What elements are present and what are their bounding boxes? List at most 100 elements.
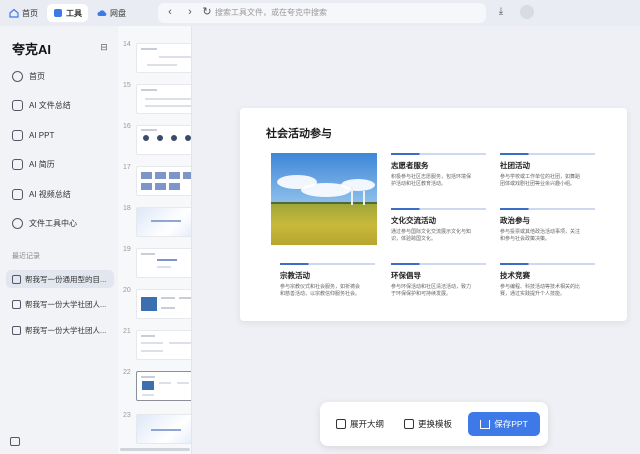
slide-title: 社会活动参与 xyxy=(266,128,332,140)
collapse-sidebar-icon[interactable]: ⊟ xyxy=(98,41,110,53)
thumbnail-row[interactable]: 16 xyxy=(118,123,191,159)
sidebar: 夸克AI ⊟ 首页 AI 文件总结 AI PPT AI 简历 AI 视频总结 文… xyxy=(0,26,118,454)
thumbnail-number: 18 xyxy=(123,205,131,212)
slide-item-desc: 参与学校或工作单位的社团，如舞蹈团体或戏剧社团等业余兴趣小组。 xyxy=(500,173,581,187)
chat-icon xyxy=(12,299,21,309)
sidebar-item-label: AI 简历 xyxy=(29,159,55,169)
expand-outline-button[interactable]: 展开大纲 xyxy=(336,415,384,433)
tab-home-label: 首页 xyxy=(22,8,38,18)
slide-item-title: 宗教活动 xyxy=(280,270,310,280)
recent-item-label: 帮我写一份大学社团人... xyxy=(25,299,107,309)
slide-thumbnail-active[interactable] xyxy=(136,371,191,401)
back-button[interactable]: ‹ xyxy=(163,5,177,19)
resume-icon xyxy=(12,158,23,170)
sidebar-item-label: AI PPT xyxy=(29,130,55,140)
slide-thumbnail[interactable] xyxy=(136,414,191,444)
sidebar-item-ppt[interactable]: AI PPT xyxy=(12,128,54,142)
thumbnail-row[interactable]: 19 xyxy=(118,246,191,282)
sidebar-item-video-summary[interactable]: AI 视频总结 xyxy=(12,187,71,201)
slide-item-title: 技术竞赛 xyxy=(500,270,530,280)
slide-item: 技术竞赛 参与编程、科技活动等技术相关的比赛，通过实践提升个人技能。 xyxy=(500,263,600,298)
ppt-icon xyxy=(12,129,23,141)
tab-cloud[interactable]: 网盘 xyxy=(91,4,132,22)
slide-item-desc: 通过参与国际文化交流展示文化与知识，体验跨国文化。 xyxy=(391,228,472,242)
thumbnail-number: 22 xyxy=(123,369,131,376)
recent-item-label: 帮我写一份大学社团人... xyxy=(25,325,107,335)
slide-item-desc: 参与投票或其他政治活动事项，关注和参与社会政策决策。 xyxy=(500,228,581,242)
download-icon[interactable]: ⤓ xyxy=(494,5,508,19)
thumbnail-number: 23 xyxy=(123,412,131,419)
thumbnail-row[interactable]: 21 xyxy=(118,328,191,364)
slide-thumbnail[interactable] xyxy=(136,125,191,155)
slide-item: 文化交流活动 通过参与国际文化交流展示文化与知识，体验跨国文化。 xyxy=(391,208,491,243)
app-logo: 夸克AI xyxy=(12,42,52,57)
slide-item-title: 环保倡导 xyxy=(391,270,421,280)
thumbnail-number: 17 xyxy=(123,164,131,171)
change-template-button[interactable]: 更换模板 xyxy=(404,415,452,433)
template-icon xyxy=(404,419,414,429)
thumbnail-number: 21 xyxy=(123,328,131,335)
change-template-label: 更换模板 xyxy=(418,419,453,429)
search-input[interactable]: 搜索工具文件，或在夸克中搜索 xyxy=(215,4,480,22)
slide-thumbnail[interactable] xyxy=(136,248,191,278)
slide-item: 宗教活动 参与宗教仪式和社会服务，如祈祷会和慈善活动，以宗教信仰服务社会。 xyxy=(280,263,380,298)
recent-item-label: 帮我写一份通用型的目... xyxy=(25,274,107,284)
recent-item[interactable]: 帮我写一份大学社团人... xyxy=(6,321,114,339)
slide-item-title: 社团活动 xyxy=(500,160,530,170)
recent-item[interactable]: 帮我写一份通用型的目... xyxy=(6,270,114,288)
sidebar-item-file-summary[interactable]: AI 文件总结 xyxy=(12,98,71,112)
tools-icon xyxy=(53,8,63,18)
thumbnail-number: 14 xyxy=(123,41,131,48)
thumbnail-number: 20 xyxy=(123,287,131,294)
thumbnail-row[interactable]: 17 xyxy=(118,164,191,200)
slide-item-desc: 参与编程、科技活动等技术相关的比赛，通过实践提升个人技能。 xyxy=(500,283,581,297)
thumbnail-row[interactable]: 15 xyxy=(118,82,191,118)
slide-thumbnail[interactable] xyxy=(136,330,191,360)
avatar[interactable] xyxy=(520,5,534,19)
slide-item-desc: 积极参与社区志愿服务，包括环境保护活动和社区教育活动。 xyxy=(391,173,472,187)
tab-tools[interactable]: 工具 xyxy=(47,4,88,22)
slide-item-title: 政治参与 xyxy=(500,215,530,225)
bottom-toolbar: 展开大纲 更换模板 保存PPT xyxy=(320,402,548,446)
slide-item: 政治参与 参与投票或其他政治活动事项，关注和参与社会政策决策。 xyxy=(500,208,600,243)
thumbnail-number: 19 xyxy=(123,246,131,253)
forward-button[interactable]: › xyxy=(183,5,197,19)
sidebar-toggle-icon[interactable] xyxy=(10,437,20,446)
thumbnail-row[interactable]: 20 xyxy=(118,287,191,323)
chat-icon xyxy=(12,325,21,335)
thumbnail-row[interactable]: 23 xyxy=(118,412,191,448)
tab-cloud-label: 网盘 xyxy=(110,8,126,18)
slide-item: 社团活动 参与学校或工作单位的社团，如舞蹈团体或戏剧社团等业余兴趣小组。 xyxy=(500,153,600,188)
file-tools-icon xyxy=(12,217,23,229)
slide-item: 志愿者服务 积极参与社区志愿服务，包括环境保护活动和社区教育活动。 xyxy=(391,153,491,188)
save-ppt-label: 保存PPT xyxy=(494,419,528,429)
slide-thumbnail[interactable] xyxy=(136,166,191,196)
slide-item-title: 志愿者服务 xyxy=(391,160,429,170)
sidebar-item-label: AI 视频总结 xyxy=(29,189,71,199)
slide-thumbnail[interactable] xyxy=(136,43,191,73)
recent-item[interactable]: 帮我写一份大学社团人... xyxy=(6,295,114,313)
slide-thumbnail[interactable] xyxy=(136,289,191,319)
refresh-button[interactable]: ↻ xyxy=(200,5,214,19)
thumbnail-scrollbar[interactable] xyxy=(120,448,190,451)
slide-preview[interactable]: 社会活动参与 志愿者服务 积极参与社区志愿服务，包括环境保护活动和社区教育活动。… xyxy=(240,108,627,321)
thumbnail-row[interactable]: 22 xyxy=(118,369,191,405)
tab-tools-label: 工具 xyxy=(66,8,82,18)
thumbnail-row[interactable]: 14 xyxy=(118,41,191,77)
file-summary-icon xyxy=(12,99,23,111)
tab-home[interactable]: 首页 xyxy=(3,4,44,22)
cloud-icon xyxy=(97,8,107,18)
thumbnail-number: 15 xyxy=(123,82,131,89)
slide-thumbnail-panel[interactable]: 14 15 16 17 18 19 20 21 22 23 xyxy=(118,26,192,454)
slide-thumbnail[interactable] xyxy=(136,84,191,114)
sidebar-item-resume[interactable]: AI 简历 xyxy=(12,157,55,171)
thumbnail-row[interactable]: 18 xyxy=(118,205,191,241)
chat-icon xyxy=(12,274,21,284)
sidebar-item-file-tools[interactable]: 文件工具中心 xyxy=(12,216,77,230)
save-ppt-button[interactable]: 保存PPT xyxy=(468,412,540,436)
home-icon xyxy=(12,70,23,82)
sidebar-item-label: 文件工具中心 xyxy=(29,218,77,228)
outline-icon xyxy=(336,419,346,429)
sidebar-item-home[interactable]: 首页 xyxy=(12,69,45,83)
slide-thumbnail[interactable] xyxy=(136,207,191,237)
